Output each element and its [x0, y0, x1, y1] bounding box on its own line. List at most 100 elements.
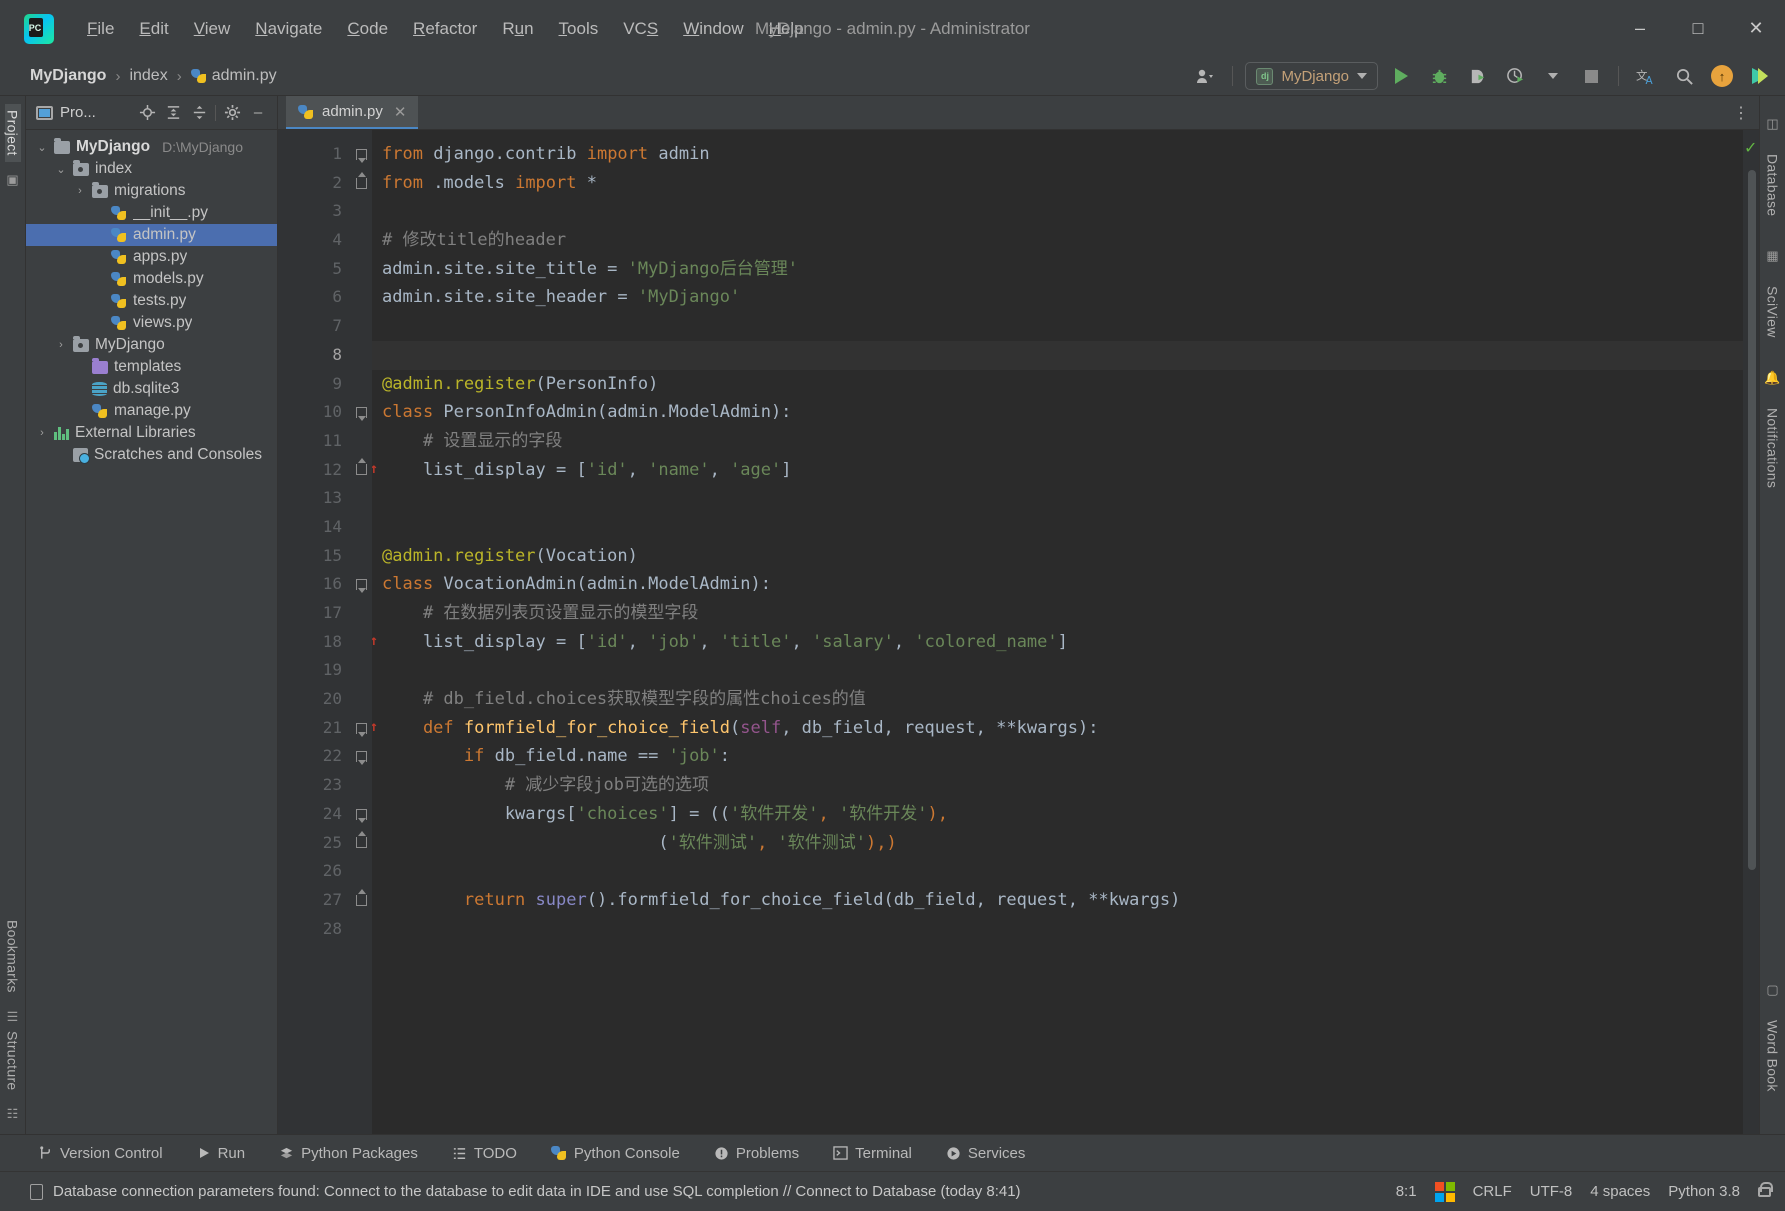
menu-help[interactable]: Help [758, 15, 815, 43]
tree-item-templates[interactable]: templates [26, 356, 277, 378]
user-profile-icon[interactable] [1190, 61, 1220, 91]
tool-window-button-database[interactable]: Database [1765, 148, 1781, 222]
tree-item-admin-py[interactable]: admin.py [26, 224, 277, 246]
indent-setting[interactable]: 4 spaces [1590, 1183, 1650, 1200]
fold-marker[interactable] [350, 398, 372, 427]
fold-marker[interactable] [350, 714, 372, 743]
menu-file[interactable]: File [76, 15, 125, 43]
code-line[interactable]: class VocationAdmin(admin.ModelAdmin): [372, 570, 1743, 599]
update-project-icon[interactable]: ↑ [1707, 61, 1737, 91]
tree-item-apps-py[interactable]: apps.py [26, 246, 277, 268]
fold-collapse-icon[interactable] [355, 579, 367, 594]
close-icon[interactable]: ✕ [394, 103, 407, 121]
tool-button-terminal[interactable]: Terminal [829, 1142, 916, 1165]
menu-vcs[interactable]: VCS [612, 15, 669, 43]
code-line[interactable] [372, 656, 1743, 685]
commit-icon[interactable]: ▣ [6, 172, 18, 188]
menu-run[interactable]: Run [491, 15, 544, 43]
fold-end-icon[interactable] [355, 831, 367, 849]
code-line[interactable] [372, 312, 1743, 341]
code-line[interactable]: ('软件测试', '软件测试'),) [372, 829, 1743, 858]
ide-feature-icon[interactable] [1745, 61, 1775, 91]
tree-item-index[interactable]: ⌄ index [26, 158, 277, 180]
fold-collapse-icon[interactable] [355, 407, 367, 422]
translate-icon[interactable]: 文A [1631, 61, 1661, 91]
chevron-right-icon[interactable]: › [36, 427, 48, 439]
code-content[interactable]: from django.contrib import admin from .mo… [372, 130, 1743, 1134]
menu-refactor[interactable]: Refactor [402, 15, 488, 43]
status-message[interactable]: Database connection parameters found: Co… [30, 1183, 1021, 1200]
code-line[interactable]: # db_field.choices获取模型字段的属性choices的值 [372, 685, 1743, 714]
fold-end-icon[interactable] [355, 458, 367, 476]
editor-options-icon[interactable]: ⋮ [1733, 96, 1759, 129]
fold-marker[interactable] [350, 829, 372, 858]
fold-marker[interactable] [350, 742, 372, 771]
run-with-profiler-icon[interactable] [1462, 61, 1492, 91]
fold-collapse-icon[interactable] [355, 751, 367, 766]
code-line[interactable]: list_display = ['id', 'job', 'title', 's… [372, 628, 1743, 657]
editor-tab-admin-py[interactable]: admin.py ✕ [286, 96, 419, 129]
code-line[interactable]: # 减少字段job可选的选项 [372, 771, 1743, 800]
caret-position[interactable]: 8:1 [1396, 1183, 1417, 1200]
tree-item-manage-py[interactable]: manage.py [26, 400, 277, 422]
run-with-coverage-icon[interactable] [1500, 61, 1530, 91]
menu-view[interactable]: View [183, 15, 242, 43]
tool-window-button-wordbook[interactable]: Word Book [1765, 1014, 1781, 1098]
tree-item-models-py[interactable]: models.py [26, 268, 277, 290]
coverage-dropdown-icon[interactable] [1538, 61, 1568, 91]
tool-button-python-packages[interactable]: Python Packages [275, 1142, 422, 1165]
tree-item-mydjango[interactable]: ⌄ MyDjango D:\MyDjango [26, 136, 277, 158]
file-encoding[interactable]: UTF-8 [1530, 1183, 1573, 1200]
menu-tools[interactable]: Tools [548, 15, 610, 43]
code-line[interactable]: @admin.register(PersonInfo) [372, 370, 1743, 399]
code-line[interactable] [372, 915, 1743, 944]
tree-item-migrations[interactable]: › migrations [26, 180, 277, 202]
code-line[interactable]: class PersonInfoAdmin(admin.ModelAdmin): [372, 398, 1743, 427]
tool-button-version-control[interactable]: Version Control [34, 1142, 167, 1165]
fold-marker[interactable] [350, 140, 372, 169]
editor-scrollbar-thumb[interactable] [1748, 170, 1756, 870]
code-line[interactable]: @admin.register(Vocation) [372, 542, 1743, 571]
close-button[interactable]: ✕ [1727, 0, 1785, 57]
code-line[interactable]: def formfield_for_choice_field(self, db_… [372, 714, 1743, 743]
settings-gear-icon[interactable] [219, 100, 245, 126]
fold-collapse-icon[interactable] [355, 722, 367, 737]
run-icon[interactable] [1386, 61, 1416, 91]
stop-icon[interactable] [1576, 61, 1606, 91]
tree-item--init-py[interactable]: __init__.py [26, 202, 277, 224]
fold-marker[interactable] [350, 886, 372, 915]
tool-button-problems[interactable]: Problems [710, 1142, 803, 1165]
code-line[interactable] [372, 513, 1743, 542]
chevron-right-icon[interactable]: › [55, 339, 67, 351]
fold-end-icon[interactable] [355, 171, 367, 189]
fold-marker[interactable] [350, 570, 372, 599]
tool-window-button-structure[interactable]: Structure [5, 1025, 21, 1097]
tree-item-views-py[interactable]: views.py [26, 312, 277, 334]
tree-item-scratches-and-consoles[interactable]: Scratches and Consoles [26, 444, 277, 466]
code-line[interactable]: list_display = ['id', 'name', 'age'] [372, 456, 1743, 485]
code-line[interactable]: admin.site.site_title = 'MyDjango后台管理' [372, 255, 1743, 284]
line-separator[interactable]: CRLF [1473, 1183, 1512, 1200]
unlocked-icon[interactable] [1758, 1181, 1773, 1197]
minimize-button[interactable]: – [1611, 0, 1669, 57]
tool-button-services[interactable]: Services [942, 1142, 1030, 1165]
fold-collapse-icon[interactable] [355, 808, 367, 823]
python-interpreter[interactable]: Python 3.8 [1668, 1183, 1740, 1200]
tool-button-python-console[interactable]: Python Console [547, 1142, 684, 1165]
code-editor[interactable]: 1 2 3 4 5 6 7 8 9 10 11 12 ↑ 13 14 15 16 17 18 ↑ 19 20 21 ↑ 22 23… [278, 130, 1759, 1134]
tool-window-button-sciview[interactable]: SciView [1765, 280, 1781, 344]
search-everywhere-icon[interactable] [1669, 61, 1699, 91]
menu-window[interactable]: Window [672, 15, 754, 43]
code-line[interactable]: return super().formfield_for_choice_fiel… [372, 886, 1743, 915]
code-line[interactable] [372, 857, 1743, 886]
inspection-marker-bar[interactable]: ✓ [1743, 130, 1759, 1134]
expand-all-icon[interactable] [160, 100, 186, 126]
code-line[interactable]: # 在数据列表页设置显示的模型字段 [372, 599, 1743, 628]
code-line[interactable] [372, 484, 1743, 513]
locate-icon[interactable] [134, 100, 160, 126]
collapse-all-icon[interactable] [186, 100, 212, 126]
hide-panel-icon[interactable]: – [245, 100, 271, 126]
menu-edit[interactable]: Edit [128, 15, 179, 43]
fold-end-icon[interactable] [355, 888, 367, 906]
code-line[interactable] [372, 197, 1743, 226]
